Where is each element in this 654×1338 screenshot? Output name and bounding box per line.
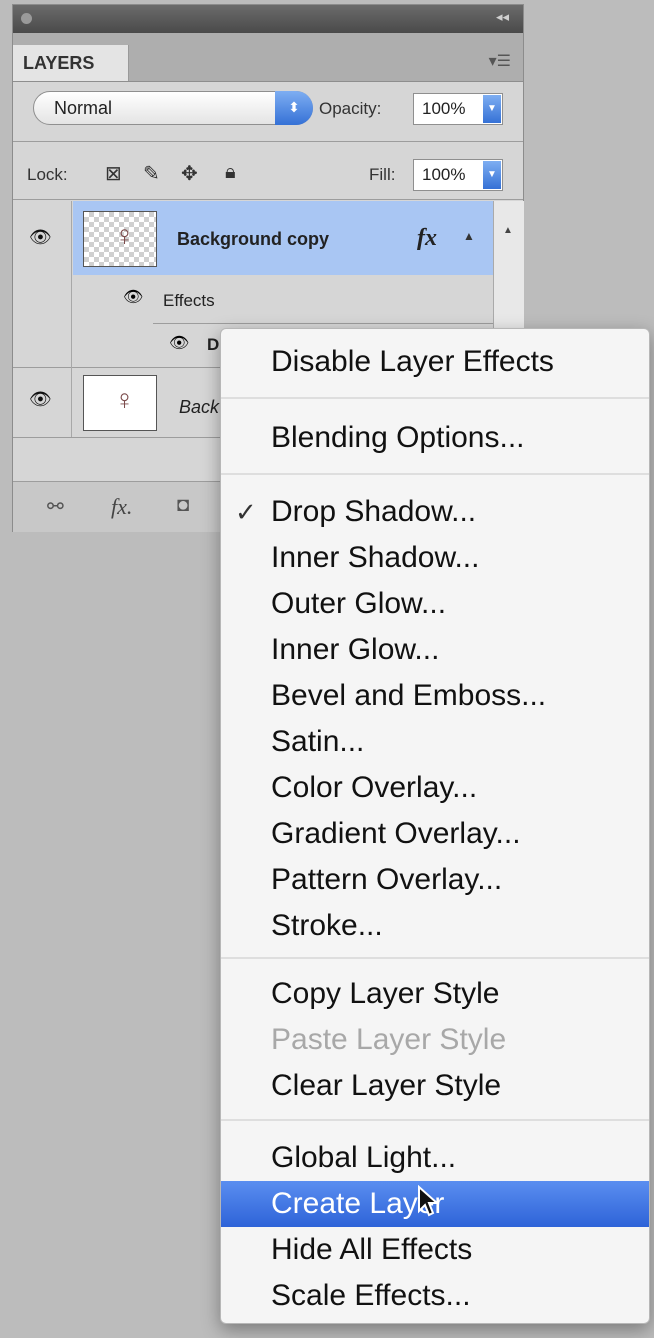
figure-icon: ♀	[114, 220, 135, 251]
chevron-down-icon[interactable]: ▼	[483, 95, 501, 123]
tab-layers[interactable]: LAYERS	[13, 45, 129, 81]
eye-icon[interactable]: 👁︎	[29, 389, 52, 410]
effect-item: D	[207, 335, 220, 354]
lock-transparent-icon[interactable]: ⊠	[105, 161, 122, 186]
layer-thumbnail: ♀	[83, 211, 157, 267]
layer-visibility-cell: 👁︎	[13, 367, 72, 437]
layer-name[interactable]: Background copy	[177, 229, 329, 250]
mask-icon[interactable]: ◘	[177, 494, 189, 517]
expand-triangle-icon[interactable]: ▲	[463, 229, 475, 243]
eye-icon[interactable]: 👁︎	[169, 333, 189, 353]
menu-item-bevel-and-emboss[interactable]: Bevel and Emboss...	[221, 673, 649, 719]
menu-item-copy-layer-style[interactable]: Copy Layer Style	[221, 971, 649, 1017]
menu-item-satin[interactable]: Satin...	[221, 719, 649, 765]
opacity-value: 100%	[422, 99, 466, 118]
menu-item-inner-shadow[interactable]: Inner Shadow...	[221, 535, 649, 581]
menu-item-paste-layer-style: Paste Layer Style	[271, 1023, 507, 1056]
blend-mode-value: Normal	[54, 98, 113, 118]
menu-item-outer-glow[interactable]: Outer Glow...	[221, 581, 649, 627]
menu-item-stroke[interactable]: Stroke...	[221, 903, 649, 949]
layer-visibility-cell: 👁︎	[13, 201, 72, 367]
divider	[13, 141, 523, 142]
menu-item-create-layer[interactable]: Create Layer	[221, 1181, 649, 1227]
menu-item-scale-effects[interactable]: Scale Effects...	[221, 1273, 649, 1319]
menu-item-clear-layer-style[interactable]: Clear Layer Style	[221, 1063, 649, 1109]
divider	[153, 323, 493, 324]
fill-field[interactable]: 100% ▼	[413, 159, 503, 191]
blend-mode-select[interactable]: Normal ⬍	[33, 91, 313, 125]
menu-item-hide-all-effects[interactable]: Hide All Effects	[221, 1227, 649, 1273]
fx-icon[interactable]: fx	[417, 225, 437, 252]
menu-item-pattern-overlay[interactable]: Pattern Overlay...	[221, 857, 649, 903]
lock-icon[interactable]: 🔒︎	[225, 161, 236, 184]
link-icon[interactable]: ⚯	[47, 494, 64, 519]
menu-item-label: Drop Shadow...	[271, 495, 477, 528]
lock-label: Lock:	[27, 165, 68, 184]
layer-name[interactable]: Back	[179, 397, 219, 418]
menu-separator	[221, 473, 649, 475]
chevron-down-icon[interactable]: ▼	[483, 161, 501, 189]
collapse-icon[interactable]: ◂◂	[496, 9, 509, 25]
menu-separator	[221, 397, 649, 399]
scroll-up-icon[interactable]: ▲	[503, 225, 513, 236]
divider	[13, 199, 523, 200]
eye-icon[interactable]: 👁︎	[29, 227, 52, 248]
layer-thumbnail: ♀	[83, 375, 157, 431]
updown-arrows-icon[interactable]: ⬍	[275, 91, 313, 125]
brush-icon[interactable]: ✎	[143, 161, 160, 186]
menu-item-gradient-overlay[interactable]: Gradient Overlay...	[221, 811, 649, 857]
menu-item-drop-shadow[interactable]: ✓ Drop Shadow...	[221, 489, 649, 535]
layer-row-background-copy[interactable]: ♀ Background copy fx ▲	[73, 201, 493, 275]
layer-style-context-menu: Disable Layer Effects Blending Options..…	[220, 328, 650, 1324]
menu-item-blending-options[interactable]: Blending Options...	[221, 415, 649, 461]
add-style-icon[interactable]: fx.	[111, 494, 132, 520]
menu-separator	[221, 957, 649, 959]
menu-item-global-light[interactable]: Global Light...	[221, 1135, 649, 1181]
menu-separator	[221, 1119, 649, 1121]
panel-menu-icon[interactable]: ▾☰	[489, 51, 511, 71]
fill-label: Fill:	[369, 165, 396, 184]
panel-titlebar[interactable]: ◂◂	[13, 5, 523, 33]
fill-value: 100%	[422, 165, 466, 184]
effects-label: Effects	[163, 291, 215, 310]
move-icon[interactable]: ✥	[181, 161, 198, 186]
opacity-label: Opacity:	[319, 99, 382, 118]
menu-item-inner-glow[interactable]: Inner Glow...	[221, 627, 649, 673]
menu-item-disable-layer-effects[interactable]: Disable Layer Effects	[221, 339, 649, 385]
checkmark-icon: ✓	[235, 497, 257, 527]
mouse-pointer-icon	[418, 1185, 439, 1217]
opacity-field[interactable]: 100% ▼	[413, 93, 503, 125]
panel-tab-row: LAYERS ▾☰	[13, 33, 523, 82]
eye-icon[interactable]: 👁︎	[123, 287, 143, 307]
figure-icon: ♀	[114, 384, 135, 415]
menu-item-color-overlay[interactable]: Color Overlay...	[221, 765, 649, 811]
close-icon[interactable]	[21, 13, 32, 24]
